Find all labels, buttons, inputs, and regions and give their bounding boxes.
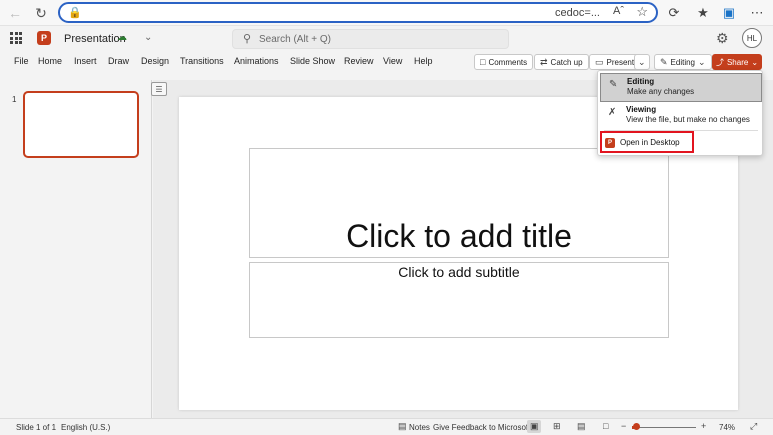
zoom-slider-track[interactable] [632, 427, 696, 428]
tab-home[interactable]: Home [38, 56, 62, 66]
editing-label: Editing [670, 57, 696, 67]
menu-item-viewing[interactable]: ✗ Viewing View the file, but make no cha… [600, 102, 762, 128]
title-placeholder[interactable]: Click to add title [249, 148, 669, 258]
menu-item-editing[interactable]: ✎ Editing Make any changes [600, 73, 762, 102]
editing-mode-button[interactable]: ✎ Editing ⌄ [654, 54, 712, 70]
tab-draw[interactable]: Draw [108, 56, 129, 66]
saved-status-icon: ☁ [117, 32, 127, 43]
language-status[interactable]: English (U.S.) [61, 423, 110, 432]
status-bar: Slide 1 of 1 English (U.S.) ▤ Notes Give… [0, 418, 773, 435]
favorite-star-icon[interactable]: ☆ [636, 4, 648, 20]
open-in-desktop-label: Open in Desktop [620, 138, 680, 147]
search-placeholder: Search (Alt + Q) [259, 34, 331, 45]
slide-number: 1 [12, 95, 17, 104]
chevron-down-icon: ⌄ [751, 57, 759, 67]
favorites-icon[interactable]: ★ [694, 4, 712, 22]
title-placeholder-text: Click to add title [346, 218, 572, 254]
read-aloud-icon[interactable]: Aˆ [613, 5, 624, 17]
search-icon: ⚲ [243, 33, 252, 45]
tab-slide-show[interactable]: Slide Show [290, 56, 335, 66]
open-in-desktop-button[interactable]: P Open in Desktop [600, 131, 694, 153]
present-label: Present [606, 57, 635, 67]
ribbon-tabs: File Home Insert Draw Design Transitions… [0, 52, 773, 72]
tab-animations[interactable]: Animations [234, 56, 279, 66]
eye-off-icon: ✗ [608, 107, 617, 118]
chevron-down-icon[interactable]: ⌄ [144, 32, 152, 43]
catch-up-label: Catch up [550, 57, 583, 67]
normal-view-icon: ▣ [530, 421, 539, 431]
notes-pane-icon[interactable]: ☰ [151, 82, 167, 96]
tab-transitions[interactable]: Transitions [180, 56, 224, 66]
url-text: cedoc=... [555, 7, 600, 19]
tab-review[interactable]: Review [344, 56, 374, 66]
zoom-out-icon[interactable]: − [621, 421, 626, 431]
slide-thumbnail[interactable] [23, 91, 139, 158]
extensions-icon[interactable]: ⟳ [665, 4, 683, 22]
subtitle-placeholder-text: Click to add subtitle [398, 264, 520, 280]
present-button[interactable]: ▭ Present [589, 54, 641, 70]
share-button[interactable]: ⤴ Share ⌄ [712, 54, 762, 70]
editing-title: Editing [627, 77, 655, 86]
pencil-icon: ✎ [660, 56, 668, 67]
notes-icon[interactable]: ▤ [398, 421, 407, 432]
search-input[interactable]: ⚲ Search (Alt + Q) [232, 29, 509, 49]
back-icon[interactable]: ← [6, 4, 24, 22]
browser-menu-icon[interactable]: ⋯ [748, 4, 766, 22]
share-icon: ⤴ [715, 57, 724, 67]
slide-sorter-icon[interactable]: ⊞ [553, 421, 561, 432]
gear-icon[interactable]: ⚙ [716, 30, 729, 47]
zoom-in-icon[interactable]: + [701, 421, 706, 431]
chevron-down-icon: ⌄ [638, 56, 646, 67]
tab-help[interactable]: Help [414, 56, 433, 66]
fit-to-window-icon[interactable]: □ [603, 421, 608, 431]
zoom-slider-handle[interactable] [633, 423, 640, 430]
notes-button[interactable]: Notes [409, 423, 430, 432]
powerpoint-icon: P [605, 138, 615, 148]
reading-view-icon[interactable]: ▤ [577, 421, 586, 432]
chevron-down-icon: ⌄ [698, 56, 706, 67]
app-launcher-icon[interactable] [10, 32, 22, 44]
slide-count: Slide 1 of 1 [16, 423, 57, 432]
comments-label: Comments [488, 57, 528, 67]
browser-toolbar: ← ↻ 🔒 cedoc=... Aˆ ☆ ⟳ ★ ▣ ⋯ [0, 0, 773, 26]
collections-icon[interactable]: ▣ [720, 4, 738, 22]
comment-icon: □ [480, 57, 486, 67]
tab-file[interactable]: File [14, 56, 29, 66]
app-header: P Presentation ☁ ⌄ ⚲ Search (Alt + Q) ⚙ … [0, 26, 773, 52]
present-icon: ▭ [595, 56, 604, 67]
comments-button[interactable]: □ Comments [474, 54, 534, 70]
powerpoint-logo: P [37, 31, 51, 45]
editing-description: Make any changes [627, 87, 695, 96]
catch-up-icon: ⇄ [540, 56, 548, 67]
viewing-description: View the file, but make no changes [626, 115, 750, 124]
tab-insert[interactable]: Insert [74, 56, 97, 66]
viewing-title: Viewing [626, 105, 657, 114]
present-options-button[interactable]: ⌄ [634, 54, 650, 70]
refresh-icon[interactable]: ↻ [32, 4, 50, 22]
zoom-level[interactable]: 74% [719, 423, 735, 432]
subtitle-placeholder[interactable]: Click to add subtitle [249, 262, 669, 338]
feedback-link[interactable]: Give Feedback to Microsoft [433, 423, 530, 432]
lock-icon: 🔒 [68, 7, 82, 19]
share-label: Share [726, 57, 749, 67]
tab-view[interactable]: View [383, 56, 402, 66]
avatar[interactable]: HL [742, 28, 762, 48]
pencil-icon: ✎ [609, 79, 618, 90]
slide-thumbnail-pane: 1 [0, 80, 152, 418]
catch-up-button[interactable]: ⇄ Catch up [534, 54, 589, 70]
tab-design[interactable]: Design [141, 56, 169, 66]
address-bar[interactable]: 🔒 cedoc=... Aˆ ☆ [58, 2, 658, 23]
fit-slide-icon[interactable]: ⤢ [750, 421, 757, 432]
